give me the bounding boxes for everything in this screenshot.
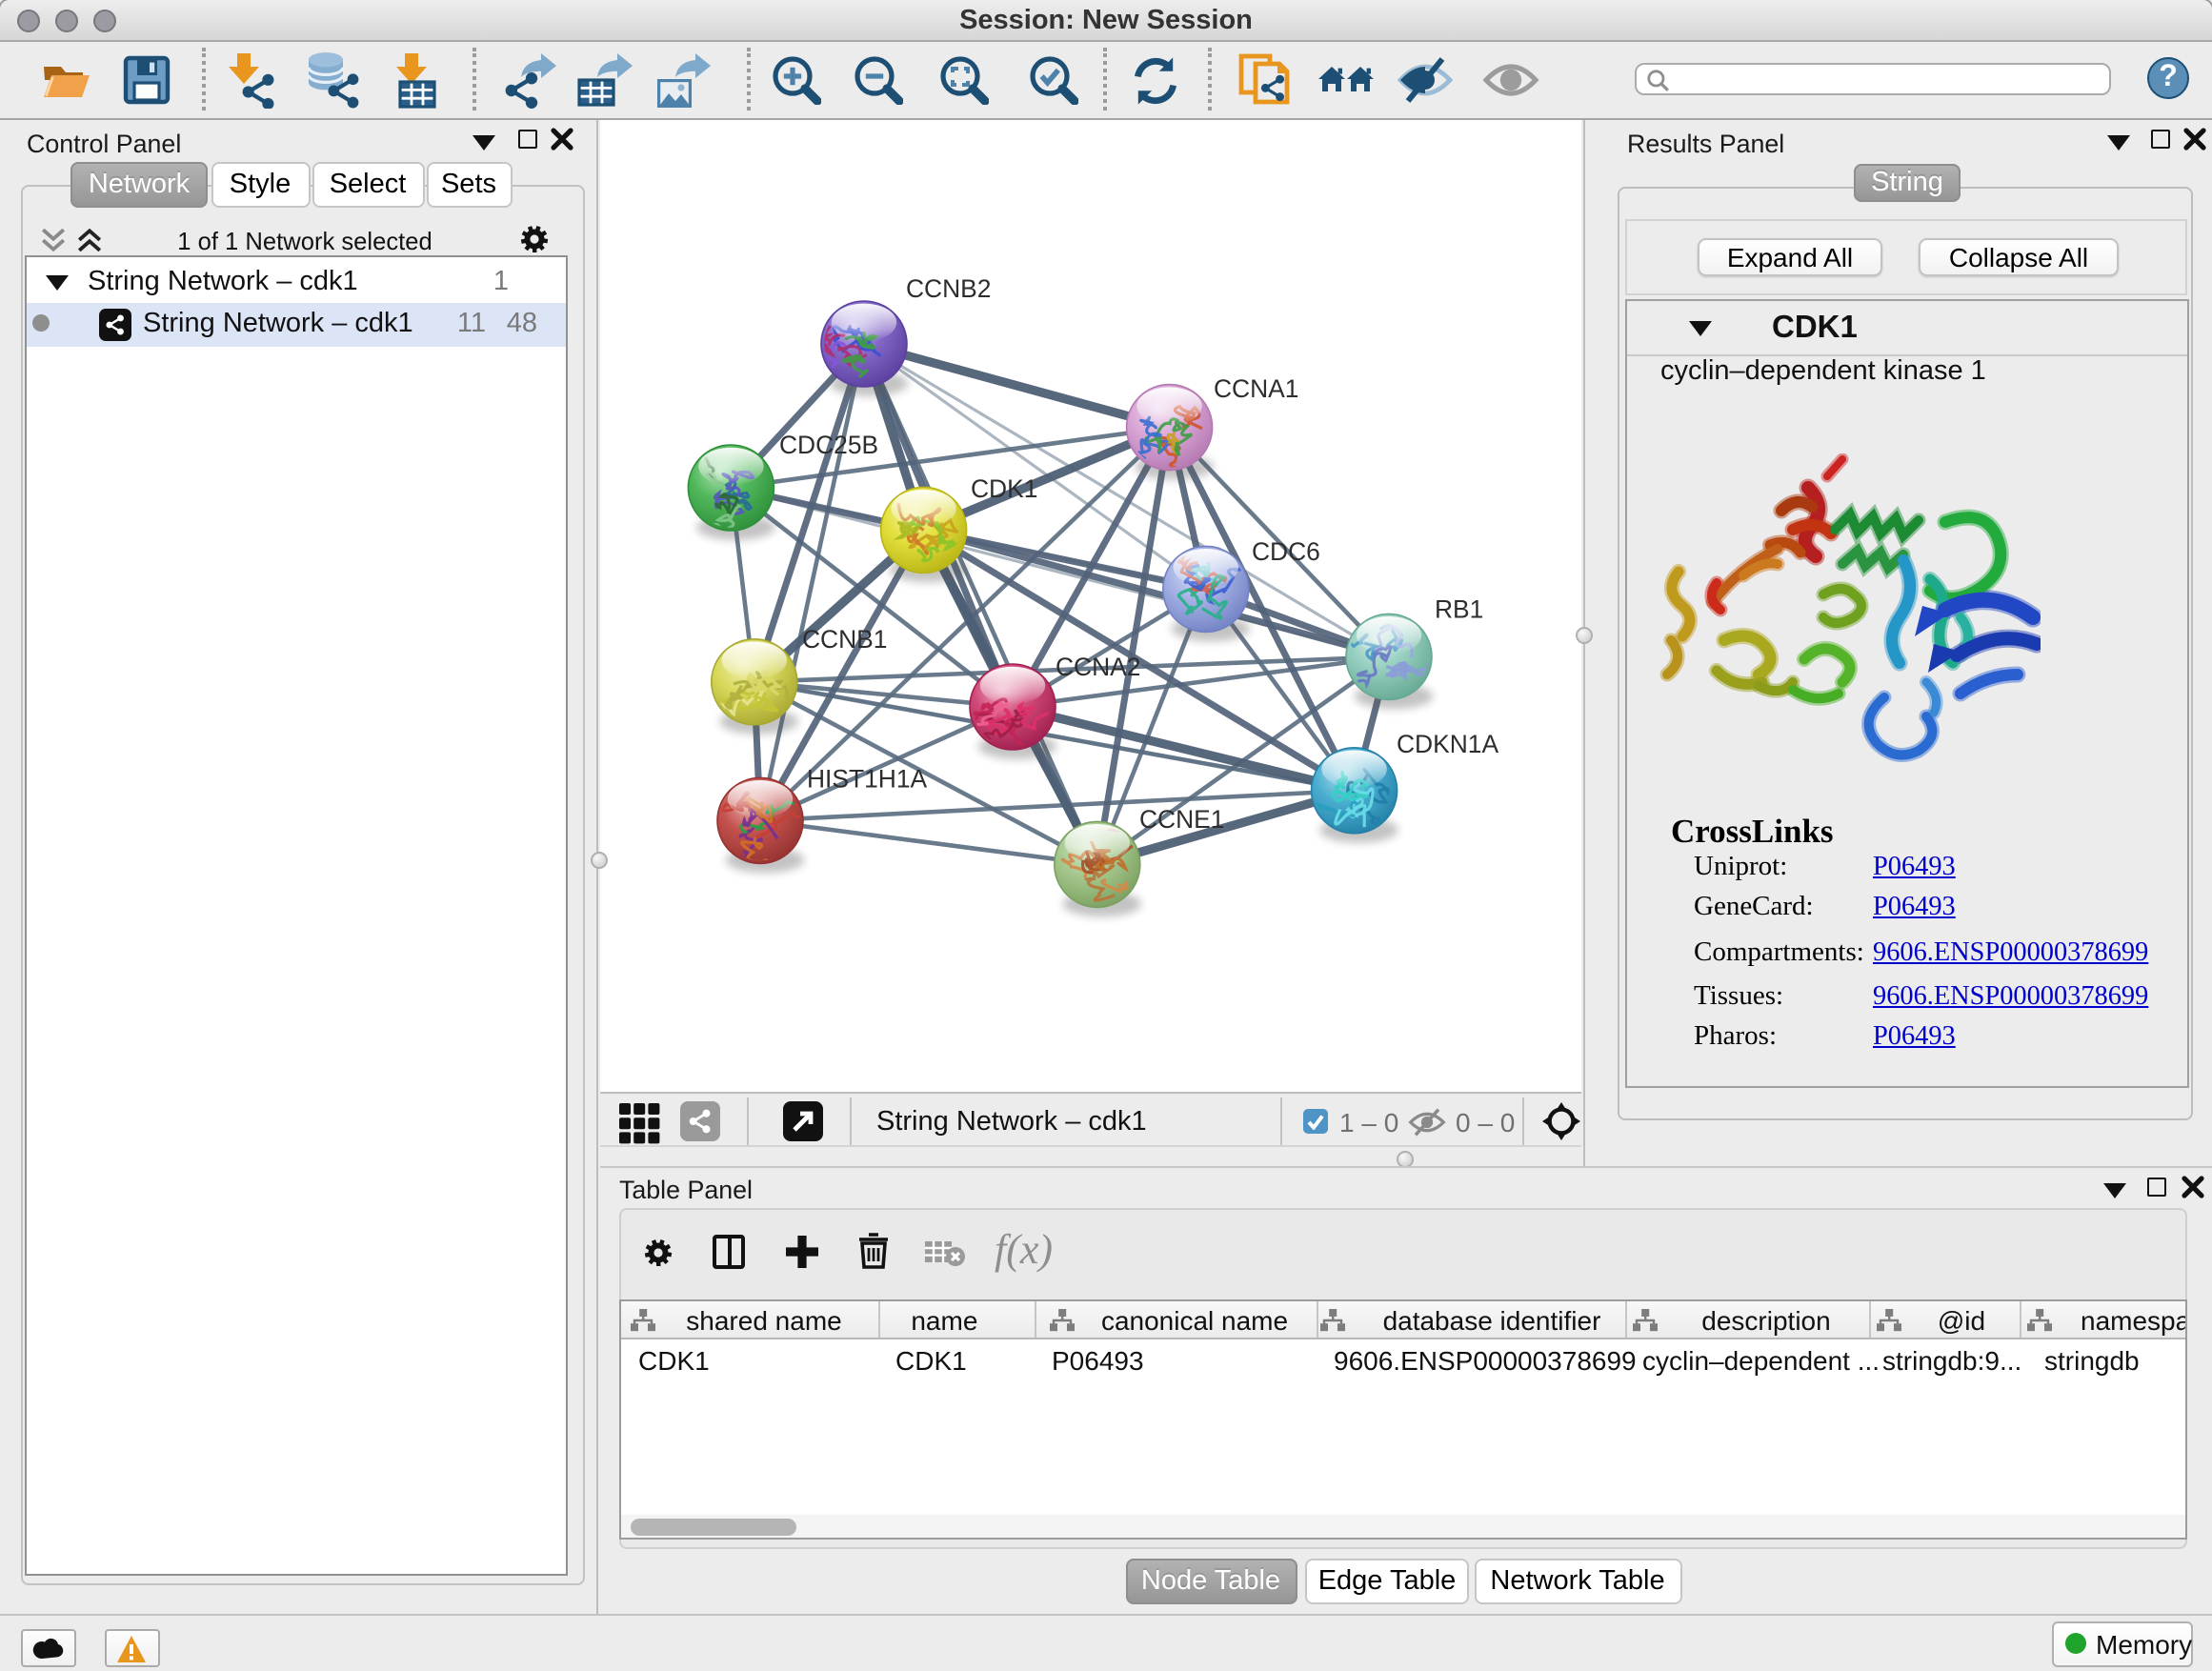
svg-text:CCNA1: CCNA1 (1214, 374, 1298, 403)
svg-text:CDC25B: CDC25B (779, 431, 878, 459)
svg-text:RB1: RB1 (1435, 595, 1483, 624)
svg-text:CDK1: CDK1 (971, 474, 1037, 503)
svg-text:CDC6: CDC6 (1252, 537, 1320, 566)
svg-text:CCNA2: CCNA2 (1056, 653, 1140, 681)
svg-text:CCNE1: CCNE1 (1139, 805, 1224, 834)
svg-text:CCNB1: CCNB1 (802, 625, 887, 654)
svg-text:CCNB2: CCNB2 (906, 274, 991, 303)
svg-text:CDKN1A: CDKN1A (1397, 730, 1498, 758)
svg-text:HIST1H1A: HIST1H1A (807, 765, 928, 794)
